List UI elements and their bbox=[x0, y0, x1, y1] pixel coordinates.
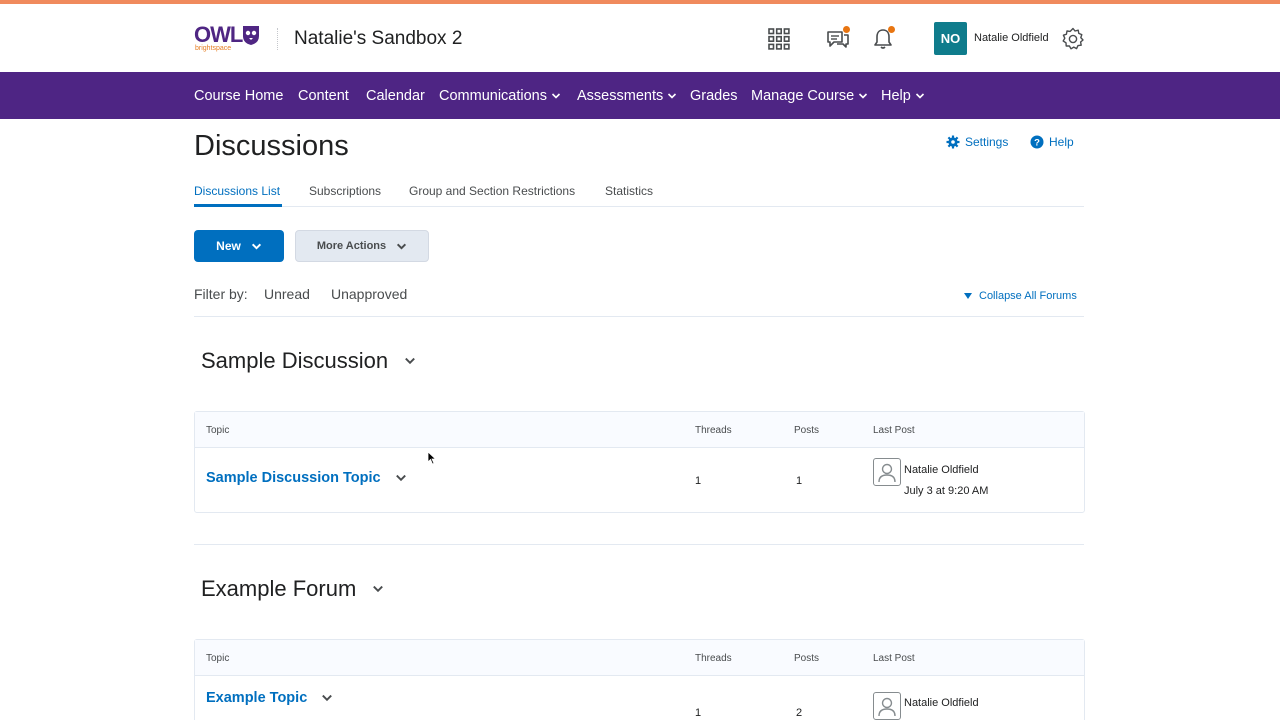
notifications-bell-icon[interactable] bbox=[870, 26, 896, 52]
table-row: Example Topic 1 2 Natalie Oldfield bbox=[195, 676, 1084, 720]
messages-alert-dot bbox=[843, 26, 850, 33]
column-posts: Posts bbox=[794, 425, 820, 436]
column-threads: Threads bbox=[695, 653, 732, 664]
settings-label: Settings bbox=[965, 135, 1009, 149]
nav-label: Content bbox=[298, 88, 349, 104]
last-post-author: Natalie Oldfield bbox=[904, 464, 979, 476]
nav-communications[interactable]: Communications bbox=[439, 88, 561, 104]
svg-text:?: ? bbox=[1034, 138, 1040, 149]
gear-icon[interactable] bbox=[1060, 26, 1086, 52]
settings-link[interactable]: Settings bbox=[946, 135, 1008, 149]
user-profile-icon bbox=[873, 458, 901, 486]
forum-title-sample-discussion[interactable]: Sample Discussion bbox=[201, 348, 416, 374]
nav-course-home[interactable]: Course Home bbox=[194, 88, 283, 104]
gear-icon bbox=[946, 135, 960, 149]
course-navbar: Course Home Content Calendar Communicati… bbox=[0, 72, 1280, 119]
tab-discussions-list[interactable]: Discussions List bbox=[194, 184, 280, 198]
nav-assessments[interactable]: Assessments bbox=[577, 88, 677, 104]
new-button-label: New bbox=[216, 239, 241, 253]
chevron-down-icon[interactable] bbox=[404, 355, 416, 367]
nav-grades[interactable]: Grades bbox=[690, 88, 738, 104]
header-bar: OWL brightspace Natalie's Sandbox 2 NO N… bbox=[0, 4, 1280, 72]
posts-count: 2 bbox=[796, 707, 803, 719]
topic-link[interactable]: Example Topic bbox=[206, 690, 333, 706]
column-last-post: Last Post bbox=[873, 425, 915, 436]
chevron-down-icon bbox=[915, 93, 924, 99]
topics-table: Topic Threads Posts Last Post Sample Dis… bbox=[194, 411, 1085, 513]
table-row: Sample Discussion Topic 1 1 Natalie Oldf… bbox=[195, 448, 1084, 512]
topic-name: Sample Discussion Topic bbox=[206, 470, 381, 486]
tab-group-section-restrictions[interactable]: Group and Section Restrictions bbox=[409, 184, 575, 198]
help-circle-icon: ? bbox=[1030, 135, 1044, 149]
collapse-all-label: Collapse All Forums bbox=[979, 290, 1077, 302]
header-divider bbox=[277, 28, 278, 50]
discussions-tabs: Discussions List Subscriptions Group and… bbox=[194, 182, 1084, 207]
topic-link[interactable]: Sample Discussion Topic bbox=[206, 470, 407, 486]
page-title: Discussions bbox=[194, 130, 349, 162]
chevron-down-icon[interactable] bbox=[321, 692, 333, 704]
nav-calendar[interactable]: Calendar bbox=[366, 88, 425, 104]
table-header: Topic Threads Posts Last Post bbox=[195, 640, 1084, 676]
logo-subtext: brightspace bbox=[195, 45, 232, 52]
messages-icon[interactable] bbox=[825, 26, 851, 52]
chevron-down-icon bbox=[251, 243, 261, 250]
more-actions-label: More Actions bbox=[316, 240, 387, 252]
chevron-down-icon bbox=[397, 243, 407, 250]
help-link[interactable]: ? Help bbox=[1030, 135, 1074, 149]
forum-title-example-forum[interactable]: Example Forum bbox=[201, 576, 384, 602]
new-button[interactable]: New bbox=[194, 230, 284, 262]
nav-label: Manage Course bbox=[751, 88, 855, 104]
chevron-down-icon bbox=[859, 93, 868, 99]
threads-count: 1 bbox=[695, 707, 702, 719]
chevron-down-icon bbox=[551, 93, 561, 99]
column-last-post: Last Post bbox=[873, 653, 915, 664]
nav-manage-course[interactable]: Manage Course bbox=[751, 88, 868, 104]
column-topic: Topic bbox=[206, 653, 230, 664]
user-profile-icon bbox=[873, 692, 901, 720]
nav-content[interactable]: Content bbox=[298, 88, 349, 104]
forum-title-label: Example Forum bbox=[201, 576, 357, 601]
nav-label: Grades bbox=[690, 88, 738, 104]
user-avatar[interactable]: NO bbox=[934, 22, 967, 55]
chevron-down-icon bbox=[668, 93, 677, 99]
column-posts: Posts bbox=[794, 653, 820, 664]
filter-unapproved[interactable]: Unapproved bbox=[331, 286, 407, 302]
owl-logo[interactable]: OWL brightspace bbox=[194, 22, 264, 56]
posts-count: 1 bbox=[796, 475, 803, 487]
owl-crest-icon bbox=[243, 26, 259, 45]
threads-count: 1 bbox=[695, 475, 702, 487]
tab-statistics[interactable]: Statistics bbox=[605, 184, 653, 198]
apps-grid-icon[interactable] bbox=[766, 26, 792, 52]
chevron-down-icon[interactable] bbox=[395, 472, 407, 484]
column-threads: Threads bbox=[695, 425, 732, 436]
notifications-alert-dot bbox=[888, 26, 895, 33]
filter-label: Filter by: bbox=[194, 286, 248, 302]
course-title[interactable]: Natalie's Sandbox 2 bbox=[294, 28, 462, 50]
last-post-author: Natalie Oldfield bbox=[904, 697, 979, 709]
filter-unread[interactable]: Unread bbox=[264, 286, 310, 302]
nav-label: Help bbox=[881, 88, 911, 104]
nav-help[interactable]: Help bbox=[881, 88, 925, 104]
user-name[interactable]: Natalie Oldfield bbox=[974, 32, 1049, 44]
divider bbox=[194, 316, 1084, 317]
column-topic: Topic bbox=[206, 425, 230, 436]
nav-label: Assessments bbox=[577, 88, 664, 104]
topics-table: Topic Threads Posts Last Post Example To… bbox=[194, 639, 1085, 720]
active-tab-indicator bbox=[194, 204, 282, 207]
more-actions-button[interactable]: More Actions bbox=[295, 230, 429, 262]
nav-label: Communications bbox=[439, 88, 547, 104]
help-label: Help bbox=[1049, 135, 1074, 149]
caret-down-icon bbox=[964, 293, 972, 299]
table-header: Topic Threads Posts Last Post bbox=[195, 412, 1084, 448]
nav-label: Course Home bbox=[194, 88, 284, 104]
topic-name: Example Topic bbox=[206, 690, 308, 706]
chevron-down-icon[interactable] bbox=[372, 583, 384, 595]
nav-label: Calendar bbox=[366, 88, 425, 104]
forum-title-label: Sample Discussion bbox=[201, 348, 389, 373]
divider bbox=[194, 544, 1084, 545]
mouse-cursor-icon bbox=[427, 451, 437, 465]
last-post-date: July 3 at 9:20 AM bbox=[904, 485, 989, 497]
collapse-all-forums-link[interactable]: Collapse All Forums bbox=[963, 290, 1077, 302]
tab-subscriptions[interactable]: Subscriptions bbox=[309, 184, 381, 198]
